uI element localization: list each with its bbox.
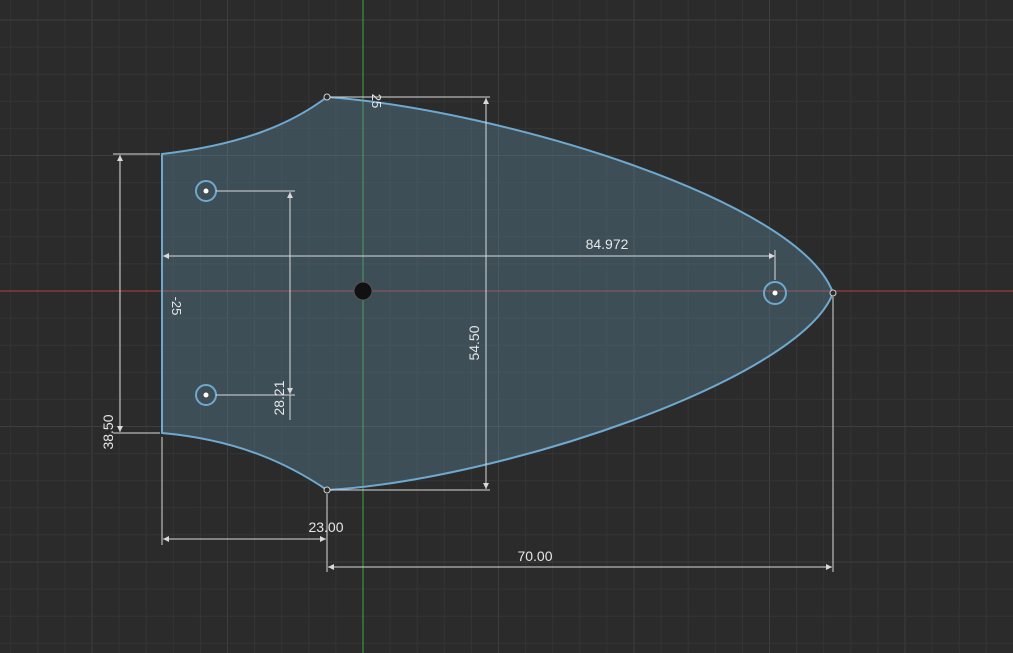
dimension-radius-top-value[interactable]: 25 [369, 94, 384, 108]
dimension-height-left-value[interactable]: 38.50 [100, 414, 116, 449]
dimension-height-left[interactable] [113, 153, 160, 434]
sketch-point-bottom[interactable] [323, 486, 331, 494]
dimension-width-overall-value[interactable]: 84.972 [586, 236, 629, 252]
dimension-offset-left-value[interactable]: 23.00 [308, 519, 343, 535]
sketch-canvas[interactable]: 84.972 54.50 38.50 28.21 23.00 70.00 25 … [0, 0, 1013, 653]
sketch-point-tip[interactable] [829, 289, 837, 297]
dimension-height-main-value[interactable]: 54.50 [466, 325, 482, 360]
dimension-hole-spacing-value[interactable]: 28.21 [271, 380, 287, 415]
dimension-length-right-value[interactable]: 70.00 [517, 548, 552, 564]
sketch-point-top[interactable] [323, 93, 331, 101]
origin-point[interactable] [353, 281, 373, 301]
dimension-radius-left-value[interactable]: -25 [169, 297, 184, 316]
